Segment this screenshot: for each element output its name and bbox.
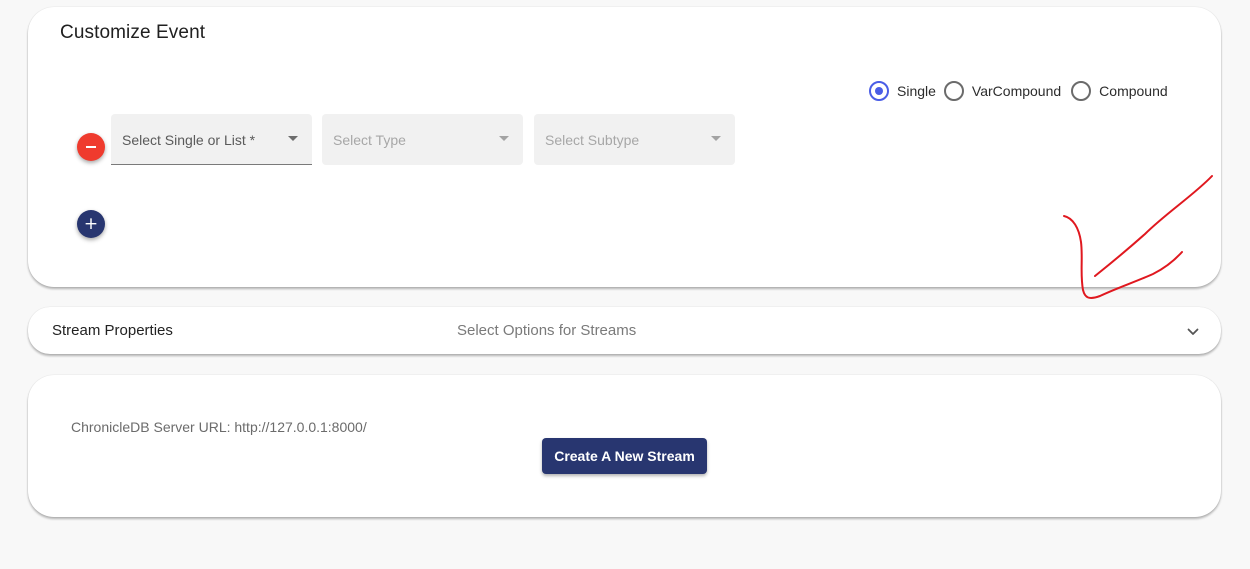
radio-compound[interactable]: Compound — [1071, 81, 1168, 101]
server-card: ChronicleDB Server URL: http://127.0.0.1… — [28, 375, 1221, 517]
accordion-hint: Select Options for Streams — [457, 322, 637, 339]
dropdown-arrow-icon — [711, 136, 721, 141]
single-or-list-select[interactable]: Select Single or List * — [111, 114, 312, 165]
dropdown-arrow-icon — [288, 136, 298, 141]
customize-event-card: Customize Event Single VarCompound Compo… — [28, 7, 1221, 287]
card-title: Customize Event — [60, 22, 206, 43]
plus-icon: + — [83, 213, 99, 234]
radio-selected-dot — [875, 87, 883, 95]
subtype-select[interactable]: Select Subtype — [534, 114, 735, 165]
stream-properties-accordion[interactable]: Stream Properties Select Options for Str… — [28, 307, 1221, 354]
radio-label-varcompound: VarCompound — [971, 83, 1062, 99]
radio-single[interactable]: Single — [869, 81, 936, 101]
radio-circle[interactable] — [943, 81, 964, 101]
add-field-row-button[interactable]: + — [77, 210, 105, 238]
minus-icon — [86, 146, 96, 148]
radio-varcompound[interactable]: VarCompound — [943, 81, 1062, 101]
server-url-label: ChronicleDB Server URL: http://127.0.0.1… — [71, 419, 367, 435]
select-label: Select Subtype — [545, 132, 640, 148]
dropdown-arrow-icon — [499, 136, 509, 141]
radio-circle[interactable] — [869, 81, 889, 101]
type-select[interactable]: Select Type — [322, 114, 523, 165]
radio-circle[interactable] — [1071, 81, 1092, 101]
radio-label-single: Single — [897, 83, 936, 99]
radio-label-compound: Compound — [1099, 83, 1168, 99]
chevron-down-icon[interactable] — [1186, 325, 1200, 339]
create-new-stream-button[interactable]: Create A New Stream — [542, 438, 707, 474]
event-kind-radio-group: Single VarCompound Compound — [869, 80, 1178, 102]
select-label: Select Single or List * — [122, 132, 256, 148]
accordion-title: Stream Properties — [52, 322, 173, 339]
select-label: Select Type — [333, 132, 406, 148]
remove-field-row-button[interactable] — [77, 133, 105, 161]
